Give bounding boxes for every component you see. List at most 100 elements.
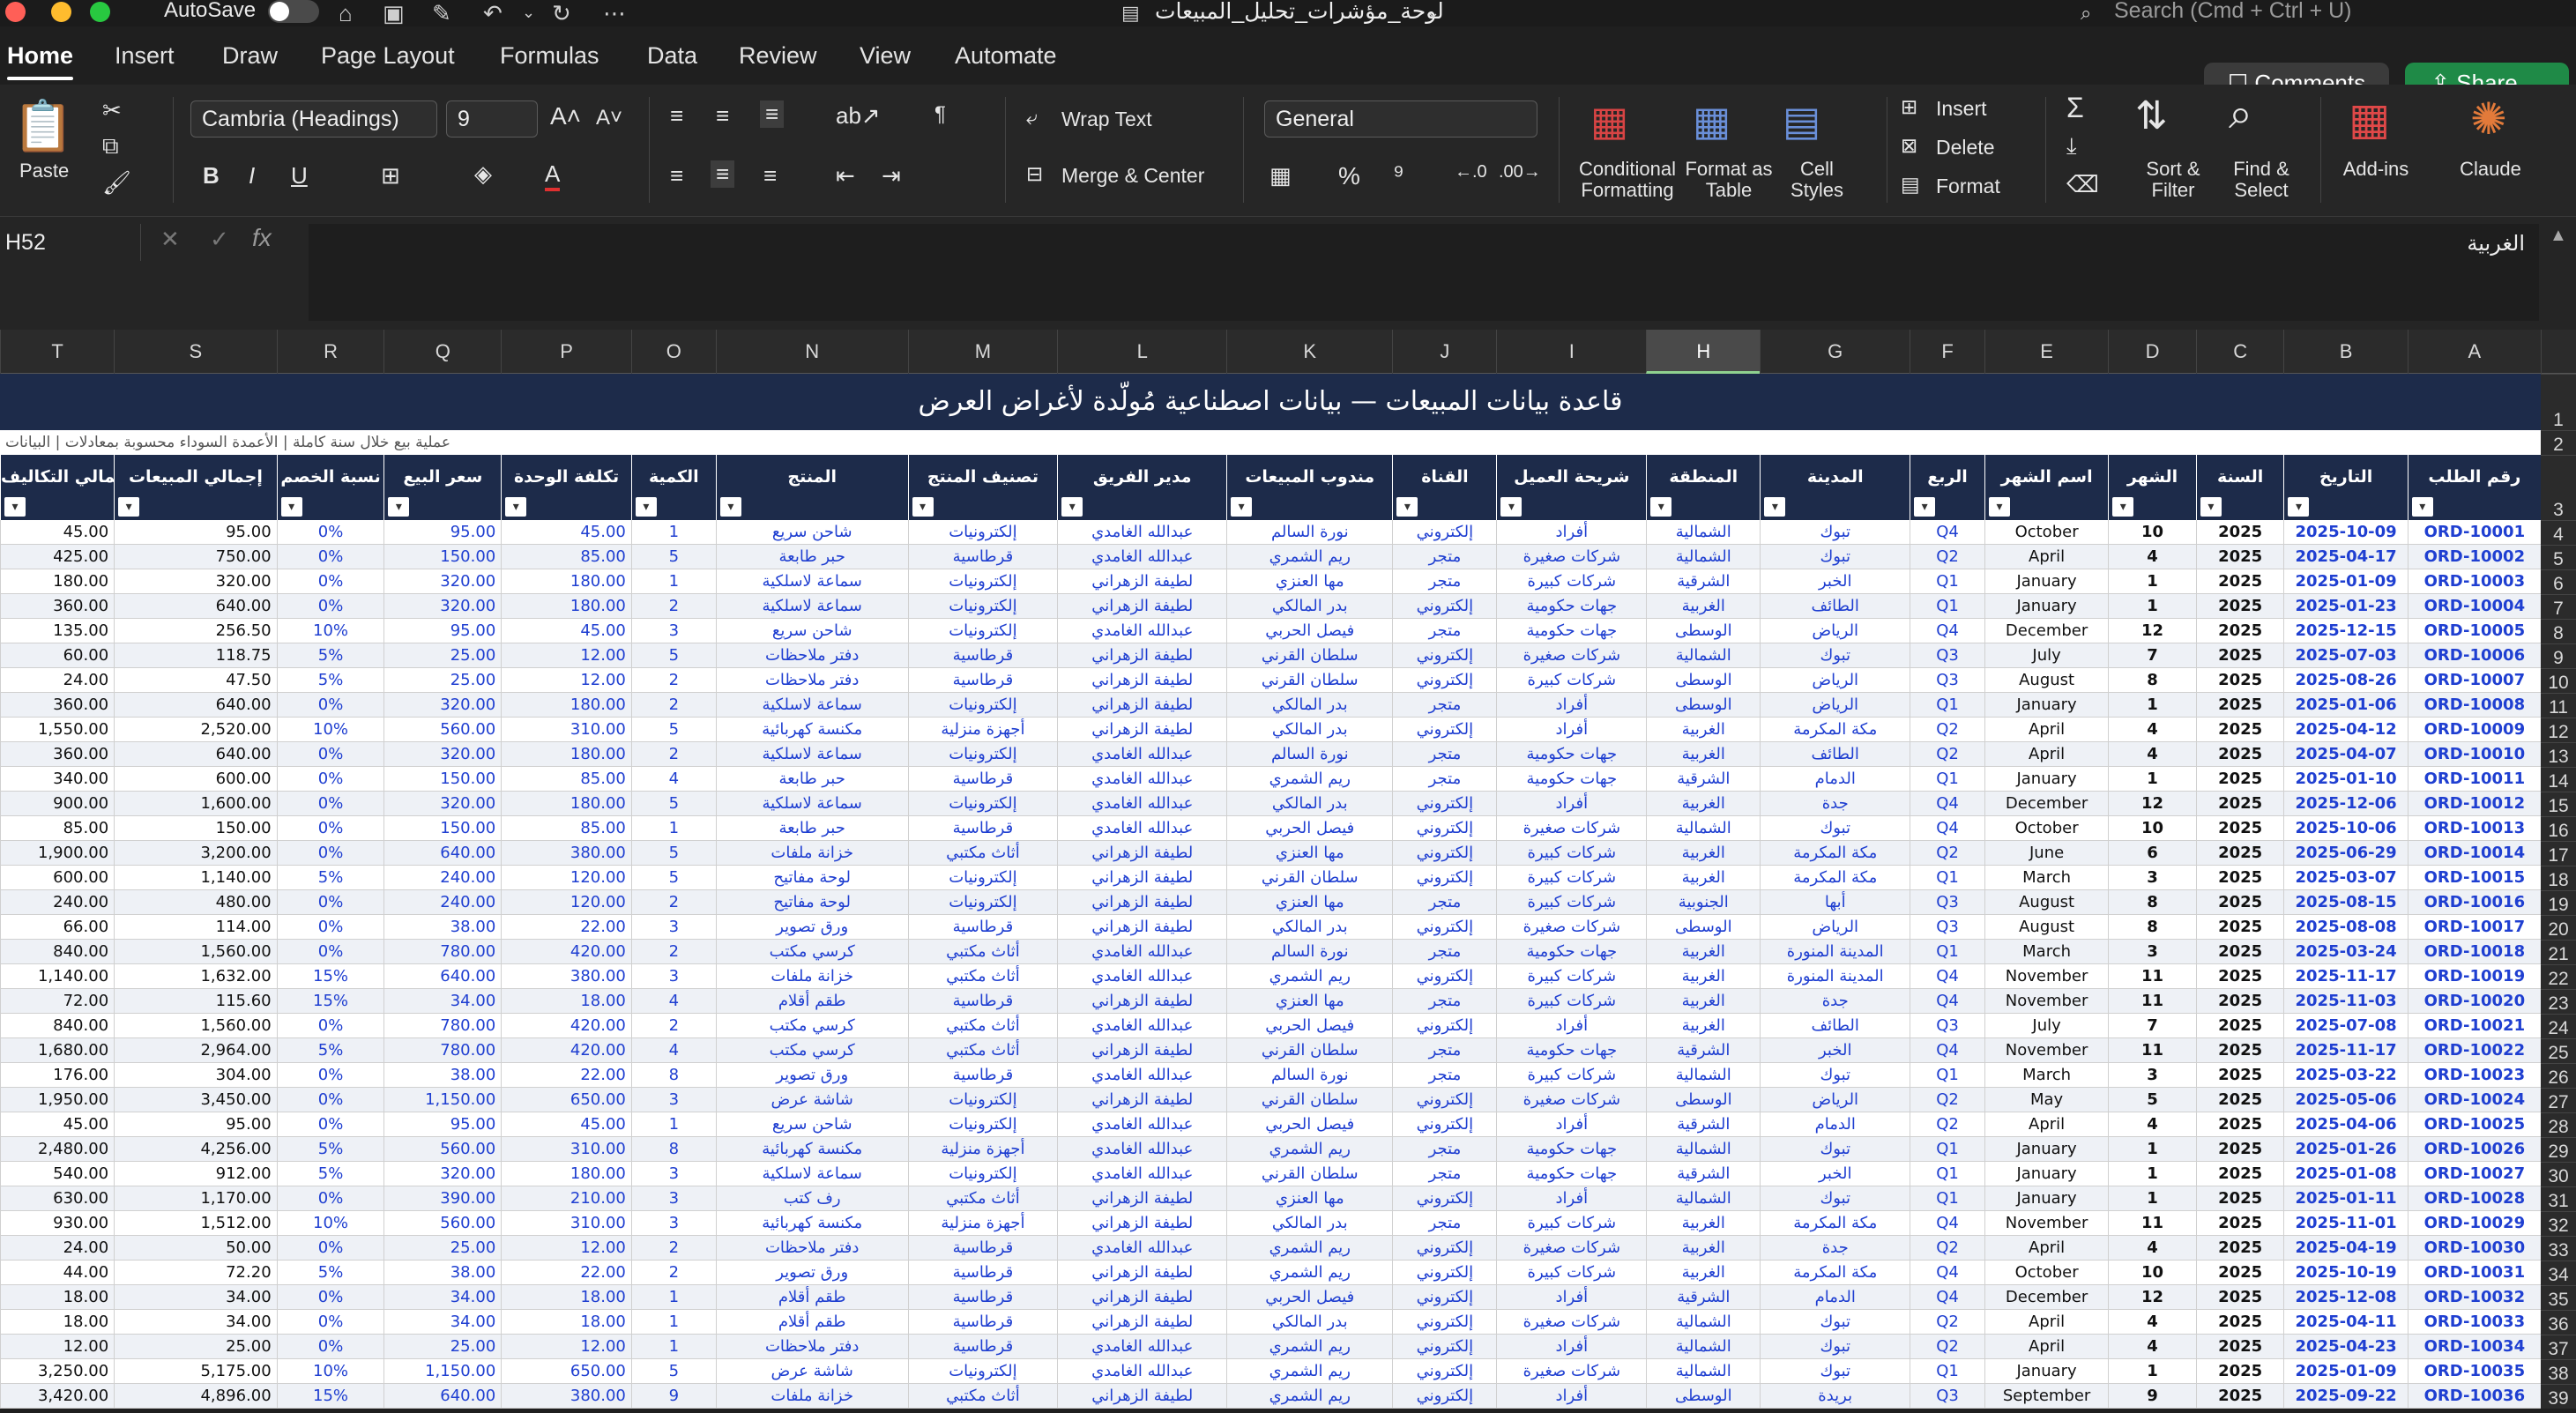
cell[interactable]: أفراد bbox=[1496, 1384, 1647, 1409]
cell[interactable]: نورة السالم bbox=[1226, 742, 1393, 767]
cell[interactable]: 2025-05-06 bbox=[2283, 1088, 2408, 1112]
cut-icon[interactable]: ✂ bbox=[102, 97, 122, 124]
cell[interactable]: 2025-04-23 bbox=[2283, 1335, 2408, 1359]
row-header[interactable]: 12 bbox=[2541, 718, 2576, 742]
cell[interactable]: 2025-04-06 bbox=[2283, 1112, 2408, 1137]
sheet-note[interactable]: عملية بيع خلال سنة كاملة | الأعمدة السود… bbox=[0, 430, 2541, 455]
underline-icon[interactable]: U bbox=[291, 162, 308, 190]
cell[interactable]: 45.00 bbox=[501, 520, 631, 545]
paste-icon[interactable]: 📋 bbox=[12, 97, 74, 155]
cell[interactable]: إلكتروني bbox=[1392, 1384, 1497, 1409]
column-header-h[interactable]: H bbox=[1646, 330, 1761, 374]
cell[interactable]: January bbox=[1984, 1162, 2109, 1186]
cell[interactable]: 120.00 bbox=[501, 890, 631, 915]
cell[interactable]: مها العنزي bbox=[1226, 1186, 1393, 1211]
align-center-icon[interactable]: ≡ bbox=[711, 160, 735, 188]
column-header-a[interactable]: A bbox=[2407, 330, 2541, 374]
cell[interactable]: بدر المالكي bbox=[1226, 718, 1393, 742]
cell[interactable]: فيصل الحربي bbox=[1226, 619, 1393, 643]
cell[interactable]: 115.60 bbox=[114, 989, 277, 1014]
cell[interactable]: 2025-03-22 bbox=[2283, 1063, 2408, 1088]
cell[interactable]: إلكتروني bbox=[1392, 718, 1497, 742]
cell[interactable]: سماعة لاسلكية bbox=[715, 742, 908, 767]
cell[interactable]: الشرقية bbox=[1646, 1112, 1761, 1137]
filter-dropdown-icon[interactable]: ▾ bbox=[2112, 497, 2134, 517]
cell[interactable]: 34.00 bbox=[114, 1285, 277, 1310]
cell[interactable]: Q1 bbox=[1910, 1162, 1984, 1186]
cell[interactable]: ORD-10020 bbox=[2407, 989, 2541, 1014]
cell[interactable]: أفراد bbox=[1496, 693, 1647, 718]
cell[interactable]: 2025 bbox=[2195, 1186, 2284, 1211]
cell[interactable]: 0% bbox=[276, 1310, 384, 1335]
cell[interactable]: 2025 bbox=[2195, 767, 2284, 792]
cell[interactable]: ORD-10026 bbox=[2407, 1137, 2541, 1162]
cell[interactable]: ORD-10036 bbox=[2407, 1384, 2541, 1409]
cell[interactable]: Q4 bbox=[1910, 1285, 1984, 1310]
cell[interactable]: تبوك bbox=[1760, 1359, 1910, 1384]
cell[interactable]: 0% bbox=[276, 1335, 384, 1359]
document-title[interactable]: لوحة_مؤشرات_تحليل_المبيعات bbox=[1155, 0, 1444, 25]
align-right-icon[interactable]: ≡ bbox=[763, 162, 777, 190]
filter-dropdown-icon[interactable]: ▾ bbox=[1988, 497, 2010, 517]
cell[interactable]: 320.00 bbox=[383, 569, 502, 594]
cell[interactable]: متجر bbox=[1392, 1063, 1497, 1088]
cell[interactable]: فيصل الحربي bbox=[1226, 1014, 1393, 1038]
cell[interactable]: 5% bbox=[276, 668, 384, 693]
cell[interactable]: 180.00 bbox=[501, 594, 631, 619]
cell[interactable]: 180.00 bbox=[501, 569, 631, 594]
autosave-toggle[interactable] bbox=[268, 0, 319, 23]
cell[interactable]: 5 bbox=[630, 866, 716, 890]
cell[interactable]: الشمالية bbox=[1646, 1359, 1761, 1384]
cell[interactable]: ORD-10034 bbox=[2407, 1335, 2541, 1359]
cell[interactable]: 640.00 bbox=[114, 594, 277, 619]
cell[interactable]: 2025 bbox=[2195, 668, 2284, 693]
cell[interactable]: 630.00 bbox=[0, 1186, 115, 1211]
cell[interactable]: 420.00 bbox=[501, 1014, 631, 1038]
cell[interactable]: 4 bbox=[2108, 1112, 2196, 1137]
cell[interactable]: 25.00 bbox=[114, 1335, 277, 1359]
home-icon[interactable]: ⌂ bbox=[339, 0, 353, 27]
cell[interactable]: 320.00 bbox=[114, 569, 277, 594]
cell[interactable]: إلكتروني bbox=[1392, 792, 1497, 816]
cell[interactable]: March bbox=[1984, 940, 2109, 964]
comma-style-icon[interactable]: ⁹ bbox=[1393, 160, 1404, 190]
cell[interactable]: لطيفة الزهراني bbox=[1057, 1088, 1227, 1112]
cell[interactable]: January bbox=[1984, 594, 2109, 619]
cell[interactable]: 2025 bbox=[2195, 742, 2284, 767]
cell[interactable]: 840.00 bbox=[0, 1014, 115, 1038]
cell[interactable]: 930.00 bbox=[0, 1211, 115, 1236]
increase-decimal-icon[interactable]: ←.0 bbox=[1455, 162, 1487, 182]
cell[interactable]: 0% bbox=[276, 1088, 384, 1112]
cell[interactable]: أفراد bbox=[1496, 1014, 1647, 1038]
cell[interactable]: طقم أقلام bbox=[715, 1285, 908, 1310]
cell[interactable]: 640.00 bbox=[383, 1384, 502, 1409]
cell[interactable]: 600.00 bbox=[0, 866, 115, 890]
row-header[interactable]: 4 bbox=[2541, 520, 2576, 545]
format-cells-button[interactable]: Format bbox=[1936, 175, 2000, 198]
cell[interactable]: شركات صغيرة bbox=[1496, 545, 1647, 569]
cell[interactable]: 135.00 bbox=[0, 619, 115, 643]
row-header[interactable]: 8 bbox=[2541, 619, 2576, 643]
cell[interactable]: 5% bbox=[276, 643, 384, 668]
cell[interactable]: 2025-11-03 bbox=[2283, 989, 2408, 1014]
cell[interactable]: 150.00 bbox=[383, 767, 502, 792]
cell[interactable]: إلكترونيات bbox=[907, 1088, 1058, 1112]
cell[interactable]: قرطاسية bbox=[907, 1310, 1058, 1335]
cell[interactable]: 2025 bbox=[2195, 594, 2284, 619]
cell[interactable]: عبدالله الغامدي bbox=[1057, 1335, 1227, 1359]
row-header[interactable]: 39 bbox=[2541, 1384, 2576, 1409]
cell[interactable]: 2025 bbox=[2195, 1335, 2284, 1359]
cell[interactable]: 1,512.00 bbox=[114, 1211, 277, 1236]
cell[interactable]: الشرقية bbox=[1646, 1162, 1761, 1186]
cell-styles-button[interactable]: Cell Styles bbox=[1777, 159, 1857, 201]
cell[interactable]: عبدالله الغامدي bbox=[1057, 1162, 1227, 1186]
cell[interactable]: 1,600.00 bbox=[114, 792, 277, 816]
cell[interactable]: سلطان القرني bbox=[1226, 866, 1393, 890]
filter-dropdown-icon[interactable]: ▾ bbox=[635, 497, 657, 517]
cell[interactable]: شركات كبيرة bbox=[1496, 866, 1647, 890]
filter-dropdown-icon[interactable]: ▾ bbox=[280, 497, 302, 517]
cell[interactable]: لطيفة الزهراني bbox=[1057, 643, 1227, 668]
cell[interactable]: الجنوبية bbox=[1646, 890, 1761, 915]
cell[interactable]: سماعة لاسلكية bbox=[715, 594, 908, 619]
cell[interactable]: 2025 bbox=[2195, 1088, 2284, 1112]
